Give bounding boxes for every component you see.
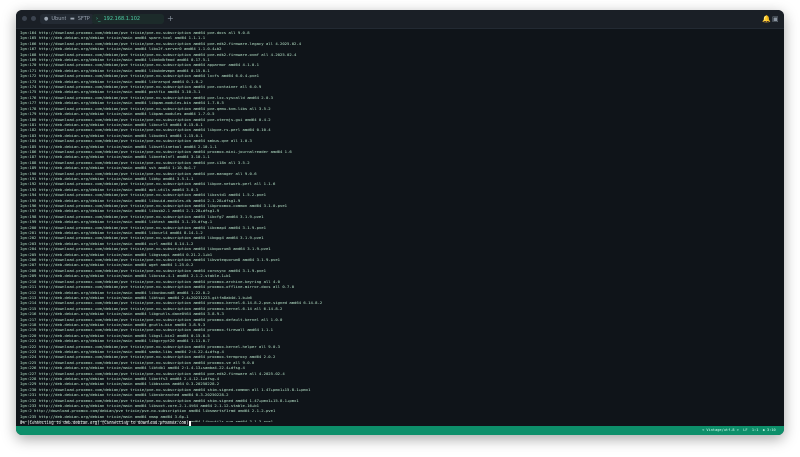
close-window-button[interactable] bbox=[22, 16, 27, 21]
status-bar-info: < Vintage/utf-8 > LF 1:1 ◆ 3:10 bbox=[697, 428, 780, 432]
title-bar: ● Ubuntu ▬ SFTP ›_ 192.168.1.102 + 🔔 ▣ bbox=[16, 10, 784, 29]
bell-icon[interactable]: 🔔 bbox=[762, 14, 771, 24]
cursor bbox=[188, 420, 191, 426]
ubuntu-icon: ● bbox=[44, 16, 49, 22]
tab-label: 192.168.1.102 bbox=[103, 16, 141, 22]
folder-icon: ▬ bbox=[70, 16, 75, 22]
panel-icon[interactable]: ▣ bbox=[772, 14, 779, 24]
new-tab-button[interactable]: + bbox=[167, 13, 174, 25]
tab-label: SFTP bbox=[77, 16, 90, 22]
tab-host[interactable]: ›_ 192.168.1.102 bbox=[92, 14, 164, 24]
terminal-output[interactable]: Ign:164 http://download.proxmox.com/debi… bbox=[20, 30, 780, 422]
terminal-icon: ›_ bbox=[96, 16, 101, 22]
tab-sftp[interactable]: ▬ SFTP bbox=[66, 14, 94, 24]
status-bar: < Vintage/utf-8 > LF 1:1 ◆ 3:10 bbox=[16, 426, 784, 435]
minimize-window-button[interactable] bbox=[31, 16, 36, 21]
terminal-window: ● Ubuntu ▬ SFTP ›_ 192.168.1.102 + 🔔 ▣ I… bbox=[16, 10, 784, 435]
status-text: 0% [Connecting to deb.debian.org] [Conne… bbox=[20, 420, 189, 425]
